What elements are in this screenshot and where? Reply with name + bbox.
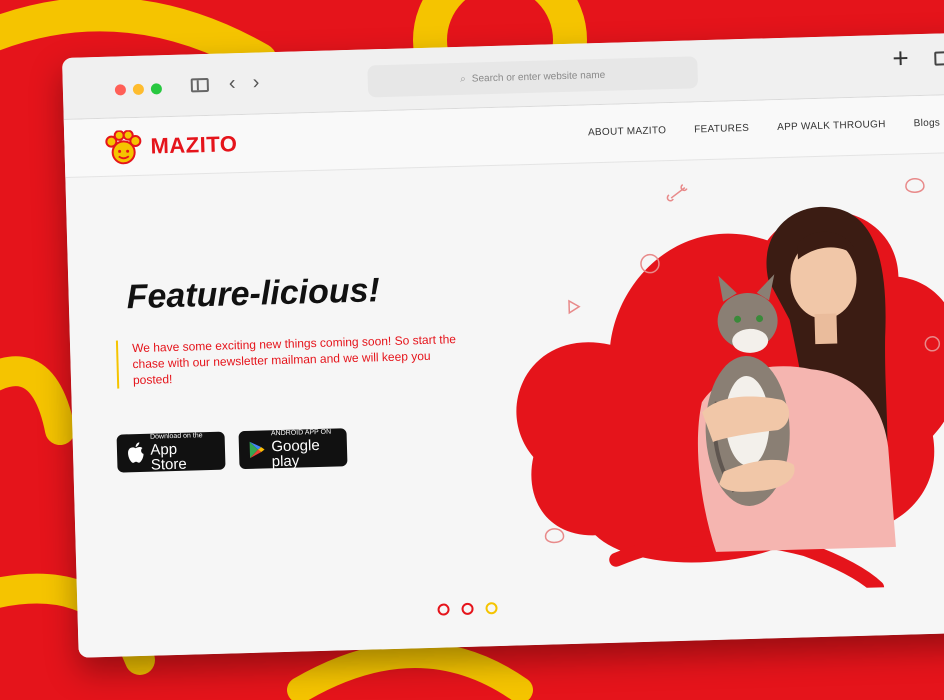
carousel-dot-3[interactable] xyxy=(485,602,498,615)
forward-arrow-icon[interactable]: › xyxy=(252,72,259,94)
tab-overview-icon[interactable] xyxy=(934,51,944,66)
hero-tagline: We have some exciting new things coming … xyxy=(115,330,468,389)
nav-about[interactable]: ABOUT MAZITO xyxy=(588,125,667,138)
minimize-window-button[interactable] xyxy=(132,83,145,96)
brand-name: MAZITO xyxy=(150,131,238,159)
new-tab-icon[interactable]: + xyxy=(892,42,909,73)
app-store-label: App Store xyxy=(150,440,187,474)
nav-app-walkthrough[interactable]: APP WALK THROUGH xyxy=(777,119,886,133)
maximize-window-button[interactable] xyxy=(150,83,163,95)
main-nav: ABOUT MAZITO FEATURES APP WALK THROUGH B… xyxy=(588,118,940,139)
hero-illustration xyxy=(516,177,944,595)
site-logo[interactable]: MAZITO xyxy=(104,127,238,165)
sidebar-toggle-icon[interactable] xyxy=(190,77,210,93)
nav-blogs[interactable]: Blogs xyxy=(913,118,940,130)
carousel-dot-1[interactable] xyxy=(437,603,450,616)
apple-icon xyxy=(128,442,144,463)
app-store-small-label: Download on the xyxy=(149,431,203,441)
back-arrow-icon[interactable]: ‹ xyxy=(228,72,235,94)
app-store-button[interactable]: Download on the App Store xyxy=(116,431,226,474)
carousel-pager xyxy=(437,602,498,616)
address-bar[interactable]: ⌕ Search or enter website name xyxy=(367,56,699,98)
web-page: MAZITO ABOUT MAZITO FEATURES APP WALK TH… xyxy=(63,94,944,658)
carousel-dot-2[interactable] xyxy=(461,602,474,616)
hero-title: Feature-licious! xyxy=(126,271,381,317)
close-window-button[interactable] xyxy=(114,84,127,96)
google-play-label: Google play xyxy=(271,436,320,470)
google-play-small-label: ANDROID APP ON xyxy=(270,428,332,437)
address-placeholder: Search or enter website name xyxy=(471,69,606,85)
paw-logo-icon xyxy=(105,129,142,165)
search-icon: ⌕ xyxy=(460,73,466,85)
nav-features[interactable]: FEATURES xyxy=(694,123,749,136)
google-play-icon xyxy=(249,441,265,459)
google-play-button[interactable]: ANDROID APP ON Google play xyxy=(238,428,348,470)
browser-window: ‹ › ⌕ Search or enter website name + MAZ… xyxy=(62,32,944,658)
